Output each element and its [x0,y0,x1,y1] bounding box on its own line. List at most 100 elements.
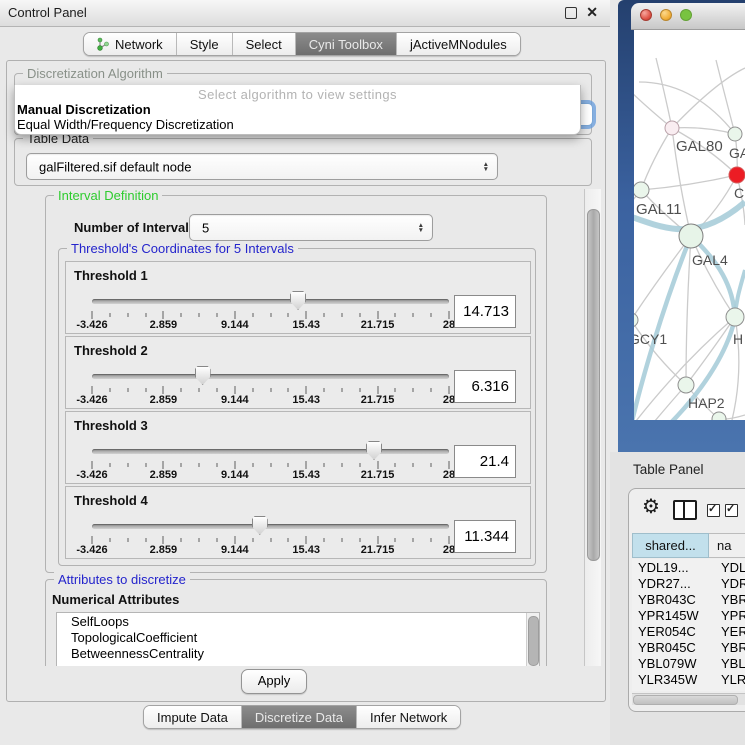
threshold-label: Threshold 2 [74,343,148,358]
threshold-panel-1: Threshold 1-3.4262.8599.14415.4321.71528… [65,261,531,334]
slider-thumb[interactable] [290,291,306,310]
control-panel-titlebar: Control Panel ✕ [0,0,610,27]
zoom-traffic-light[interactable] [680,9,692,21]
slider-tick-label: 15.43 [292,544,320,556]
cell-shared-name: YBR043C [632,592,712,607]
slider-tick-label: -3.426 [76,394,107,406]
menu-item-manual-discretization[interactable]: Manual Discretization [17,102,151,117]
cell-name: YBR0 [712,640,745,655]
checkbox-icon[interactable] [707,504,720,517]
slider-ticks [92,461,449,470]
table-row[interactable]: YBR045CYBR0 [632,639,745,655]
table-row[interactable]: YDR27...YDR2 [632,575,745,591]
slider-tick-label: 21.715 [361,394,395,406]
network-edge [641,128,672,190]
cell-shared-name: YDL19... [632,560,712,575]
table-horizontal-scrollbar[interactable] [632,693,745,705]
attribute-item-selfloops[interactable]: SelfLoops [57,613,539,629]
threshold-value-field[interactable]: 21.4 [454,445,516,478]
tab-label: Discretize Data [255,710,343,725]
threshold-value-field[interactable]: 6.316 [454,370,516,403]
column-header-name[interactable]: na [709,533,745,558]
slider-tick-label: 2.859 [150,394,178,406]
table-data-combobox[interactable]: galFiltered.sif default node ▲▼ [26,153,498,180]
table-row[interactable]: YER054CYER0 [632,623,745,639]
table-row[interactable]: YPR145WYPR1 [632,607,745,623]
slider-thumb[interactable] [252,516,268,535]
apply-button[interactable]: Apply [241,669,307,694]
tab-label: Cyni Toolbox [309,37,383,52]
network-node-label: GAL80 [676,138,723,155]
slider-track[interactable] [92,449,449,454]
network-edge [634,92,672,128]
network-node-ga[interactable] [728,127,742,141]
cell-shared-name: YPR145W [632,608,712,623]
cyni-toolbox-panel: Discretization Algorithm Select algorith… [6,60,606,702]
slider-ticks [92,536,449,545]
tab-style[interactable]: Style [176,33,232,55]
threshold-value-field[interactable]: 14.713 [454,295,516,328]
table-panel: ⚙ shared... na YDL19...YDL1YDR27...YDR2Y… [628,488,745,712]
algorithm-placeholder: Select algorithm to view settings [15,87,580,102]
tab-discretize-data[interactable]: Discretize Data [241,706,356,728]
slider-tick-label: 9.144 [221,319,249,331]
slider-thumb[interactable] [366,441,382,460]
slider-tick-label: 2.859 [150,544,178,556]
network-node-unlabeled[interactable] [712,412,726,420]
slider-track[interactable] [92,299,449,304]
menu-item-equal-width-frequency[interactable]: Equal Width/Frequency Discretization [17,117,234,132]
threshold-panel-4: Threshold 4-3.4262.8599.14415.4321.71528… [65,486,531,559]
tab-infer-network[interactable]: Infer Network [356,706,460,728]
slider-track[interactable] [92,524,449,529]
tab-network[interactable]: Network [84,33,176,55]
slider-thumb[interactable] [195,366,211,385]
network-node-c[interactable] [729,167,745,183]
table-row[interactable]: YBL079WYBL0 [632,655,745,671]
num-intervals-spinner[interactable]: 5 ▲▼ [189,214,433,241]
network-edge [656,58,672,128]
network-node-gal4[interactable] [679,224,703,248]
tab-select[interactable]: Select [232,33,295,55]
tab-cyni-toolbox[interactable]: Cyni Toolbox [295,33,396,55]
slider-tick-label: 2.859 [150,469,178,481]
close-icon[interactable]: ✕ [586,4,598,21]
algorithm-dropdown-popup: Select algorithm to view settings Manual… [14,85,581,135]
network-node-hap2[interactable] [678,377,694,393]
network-node-gal80[interactable] [665,121,679,135]
tab-label: Impute Data [157,710,228,725]
settings-scrollbar[interactable] [584,189,601,666]
tab-impute-data[interactable]: Impute Data [144,706,241,728]
checkbox-icon[interactable] [725,504,738,517]
table-row[interactable]: YBR043CYBR0 [632,591,745,607]
table-row[interactable]: YDL19...YDL1 [632,559,745,575]
network-node-h[interactable] [726,308,744,326]
attribute-item-topologicalcoefficient[interactable]: TopologicalCoefficient [57,629,539,645]
column-header-shared-name[interactable]: shared... [632,533,709,558]
attribute-list-scrollbar[interactable] [526,613,539,666]
table-row[interactable]: YLR345WYLR3 [632,671,745,687]
cell-name: YPR1 [712,608,745,623]
float-window-icon[interactable] [565,7,577,19]
thresholds-group: Threshold's Coordinates for 5 Intervals … [58,248,536,566]
attribute-item-betweennesscentrality[interactable]: BetweennessCentrality [57,645,539,661]
slider-tick-label: -3.426 [76,469,107,481]
attribute-list[interactable]: SelfLoopsTopologicalCoefficientBetweenne… [56,612,540,666]
num-intervals-value: 5 [202,220,209,235]
network-canvas[interactable]: GAL80GACGAL11GAL4GCY1HHAP2 [634,30,745,420]
table-row[interactable]: YIL052CYIL0 [632,687,745,691]
network-node-gcy1[interactable] [634,313,638,327]
close-traffic-light[interactable] [640,9,652,21]
table-scrollbar-thumb[interactable] [633,695,738,705]
control-panel: Control Panel ✕ Network Style Select Cyni T… [0,0,610,745]
slider-track[interactable] [92,374,449,379]
tab-label: Style [190,37,219,52]
threshold-value-field[interactable]: 11.344 [454,520,516,553]
gear-icon[interactable]: ⚙ [642,497,660,517]
settings-scrollbar-thumb[interactable] [587,209,600,561]
minimize-traffic-light[interactable] [660,9,672,21]
network-node-gal11[interactable] [634,182,649,198]
slider-tick-label: 15.43 [292,469,320,481]
tab-jactivemnodules[interactable]: jActiveMNodules [396,33,520,55]
slider-ticks [92,386,449,395]
column-layout-icon[interactable] [673,500,697,520]
